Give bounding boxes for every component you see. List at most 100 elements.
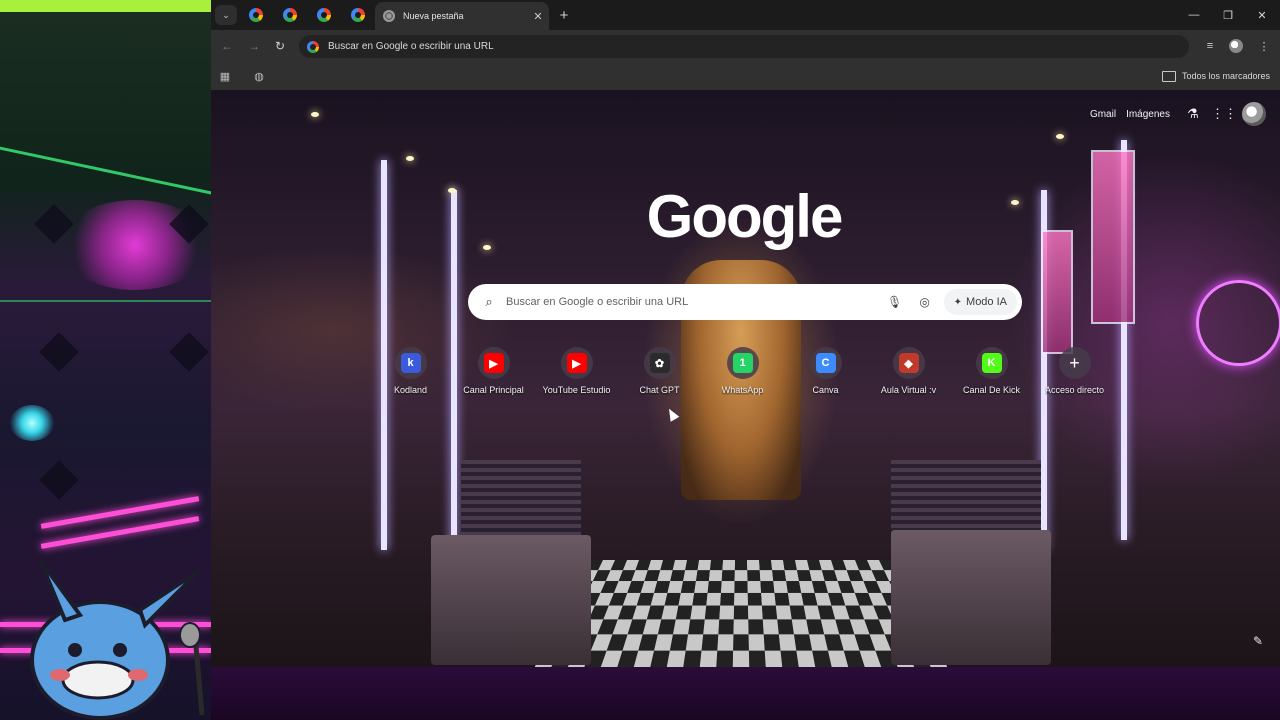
tab-google[interactable] bbox=[243, 5, 269, 25]
close-tab-icon[interactable]: ✕ bbox=[531, 9, 545, 23]
background-turnstile bbox=[431, 535, 591, 665]
all-bookmarks-button[interactable]: Todos los marcadores bbox=[1161, 68, 1270, 84]
media-control-button[interactable]: ≡ bbox=[1201, 38, 1219, 54]
plus-icon: + bbox=[559, 6, 569, 24]
ai-mode-label: Modo IA bbox=[966, 296, 1007, 308]
reload-icon: ↻ bbox=[274, 39, 286, 53]
tab-google[interactable] bbox=[311, 5, 337, 25]
shortcut-tile[interactable]: ✿ Chat GPT bbox=[618, 342, 701, 412]
overlay-diamond bbox=[39, 332, 79, 372]
shortcut-icon-circle: C bbox=[809, 347, 842, 379]
shortcut-tile[interactable]: ▶ Canal Principal bbox=[452, 342, 535, 412]
canva-icon: C bbox=[815, 353, 836, 373]
overlay-neon-line bbox=[0, 300, 211, 302]
shortcut-tile[interactable]: k Kodland bbox=[369, 342, 452, 412]
shortcut-tile[interactable]: K Canal De Kick bbox=[950, 342, 1033, 412]
bookmark-globe[interactable]: ◍ bbox=[251, 68, 267, 84]
shortcut-icon-circle: ◆ bbox=[892, 347, 925, 379]
tab-google[interactable] bbox=[345, 5, 371, 25]
arrow-left-icon: ← bbox=[221, 39, 233, 53]
tab-search-button[interactable]: ⌄ bbox=[215, 5, 237, 25]
apps-grid-icon: ▦ bbox=[219, 70, 231, 83]
background-ceiling-light bbox=[483, 245, 491, 250]
shortcut-icon-circle: ▶ bbox=[560, 347, 593, 379]
background-poster bbox=[1041, 230, 1073, 354]
stream-overlay-left bbox=[0, 0, 211, 720]
tab-new-tab-active[interactable]: Nueva pestaña ✕ bbox=[375, 2, 549, 30]
shortcut-label: Canva bbox=[812, 385, 839, 395]
kebab-menu-icon: ⋮ bbox=[1258, 40, 1270, 53]
shortcut-label: YouTube Estudio bbox=[542, 385, 611, 395]
restore-button[interactable]: ❐ bbox=[1218, 6, 1238, 24]
google-favicon-icon bbox=[317, 8, 331, 22]
mascot-avatar-icon bbox=[30, 558, 205, 720]
shortcut-tile[interactable]: C Canva bbox=[784, 342, 867, 412]
ai-spark-icon: ✦ bbox=[953, 296, 963, 308]
reload-button[interactable]: ↻ bbox=[272, 38, 288, 54]
aula-virtual-icon: ◆ bbox=[898, 353, 919, 373]
overlay-neon-line bbox=[0, 143, 211, 200]
shortcut-tile[interactable]: ▶ YouTube Estudio bbox=[535, 342, 618, 412]
back-button[interactable]: ← bbox=[219, 38, 235, 54]
background-staircase bbox=[461, 460, 581, 540]
minimize-button[interactable]: — bbox=[1184, 6, 1204, 24]
gmail-link[interactable]: Gmail bbox=[1090, 109, 1116, 120]
background-ceiling-light bbox=[448, 188, 456, 193]
shortcut-icon-circle: K bbox=[975, 347, 1008, 379]
search-placeholder: Buscar en Google o escribir una URL bbox=[506, 296, 689, 308]
shortcut-label: Chat GPT bbox=[639, 385, 680, 395]
background-ceiling-light bbox=[1056, 134, 1064, 139]
customize-pencil-icon[interactable]: ✎ bbox=[1250, 633, 1266, 649]
search-box[interactable]: ⌕ Buscar en Google o escribir una URL 🎙 … bbox=[468, 284, 1022, 320]
microphone-icon[interactable]: 🎙 bbox=[884, 291, 906, 313]
folder-icon bbox=[1161, 70, 1176, 82]
google-favicon-icon bbox=[283, 8, 297, 22]
tab-strip: ⌄ Nueva pestaña ✕ + — ❐ ✕ bbox=[211, 0, 1280, 30]
chrome-favicon-icon bbox=[383, 10, 395, 22]
search-icon: ⌕ bbox=[485, 294, 493, 309]
overlay-diamond bbox=[39, 460, 79, 500]
overlay-top-bar bbox=[0, 0, 211, 12]
images-link[interactable]: Imágenes bbox=[1126, 109, 1170, 120]
shortcut-tile[interactable]: + Acceso directo bbox=[1033, 342, 1116, 412]
shortcut-icon-circle: ▶ bbox=[477, 347, 510, 379]
arrow-right-icon: → bbox=[248, 39, 260, 53]
ntp-top-bar: Gmail Imágenes ⚗ ⋮⋮ bbox=[1090, 102, 1280, 126]
shortcut-label: Canal De Kick bbox=[962, 385, 1021, 395]
kick-icon: K bbox=[981, 353, 1002, 373]
toolbar: ← → ↻ Buscar en Google o escribir una UR… bbox=[211, 30, 1280, 62]
background-staircase bbox=[891, 460, 1041, 540]
youtube-icon: ▶ bbox=[566, 353, 587, 373]
shortcuts-grid: k Kodland ▶ Canal Principal ▶ YouTube Estudio… bbox=[369, 342, 1119, 412]
google-favicon-icon bbox=[249, 8, 263, 22]
google-icon bbox=[307, 40, 319, 53]
all-bookmarks-label: Todos los marcadores bbox=[1181, 71, 1270, 81]
globe-icon: ◍ bbox=[254, 70, 264, 83]
shortcut-tile[interactable]: ◆ Aula Virtual :v bbox=[867, 342, 950, 412]
background-ceiling-light bbox=[311, 112, 319, 117]
apps-grid-button[interactable]: ▦ bbox=[217, 68, 233, 84]
omnibox[interactable]: Buscar en Google o escribir una URL bbox=[299, 35, 1189, 58]
menu-button[interactable]: ⋮ bbox=[1255, 38, 1273, 54]
overlay-cyan-orb bbox=[10, 405, 54, 441]
add-icon: + bbox=[1069, 352, 1080, 373]
google-apps-icon[interactable]: ⋮⋮ bbox=[1211, 102, 1237, 126]
new-tab-button[interactable]: + bbox=[555, 6, 573, 24]
tab-google[interactable] bbox=[277, 5, 303, 25]
close-window-button[interactable]: ✕ bbox=[1252, 6, 1272, 24]
shortcut-icon-circle: + bbox=[1058, 347, 1091, 379]
overlay-bottom-strip bbox=[211, 667, 1280, 720]
browser-window: ⌄ Nueva pestaña ✕ + — ❐ ✕ ← → ↻ Buscar e… bbox=[211, 0, 1280, 667]
background-ceiling-light bbox=[406, 156, 414, 161]
shortcut-tile[interactable]: 1 WhatsApp bbox=[701, 342, 784, 412]
tab-title: Nueva pestaña bbox=[403, 11, 464, 21]
profile-avatar-button[interactable] bbox=[1229, 39, 1243, 53]
labs-flask-icon[interactable]: ⚗ bbox=[1180, 102, 1206, 126]
shortcut-label: WhatsApp bbox=[721, 385, 764, 395]
google-lens-icon[interactable]: ◎ bbox=[914, 291, 936, 313]
forward-button[interactable]: → bbox=[246, 38, 262, 54]
account-avatar[interactable] bbox=[1242, 102, 1266, 126]
shortcut-icon-circle: 1 bbox=[726, 347, 759, 379]
ai-mode-button[interactable]: ✦ Modo IA bbox=[943, 289, 1017, 315]
whatsapp-icon: 1 bbox=[732, 353, 753, 373]
